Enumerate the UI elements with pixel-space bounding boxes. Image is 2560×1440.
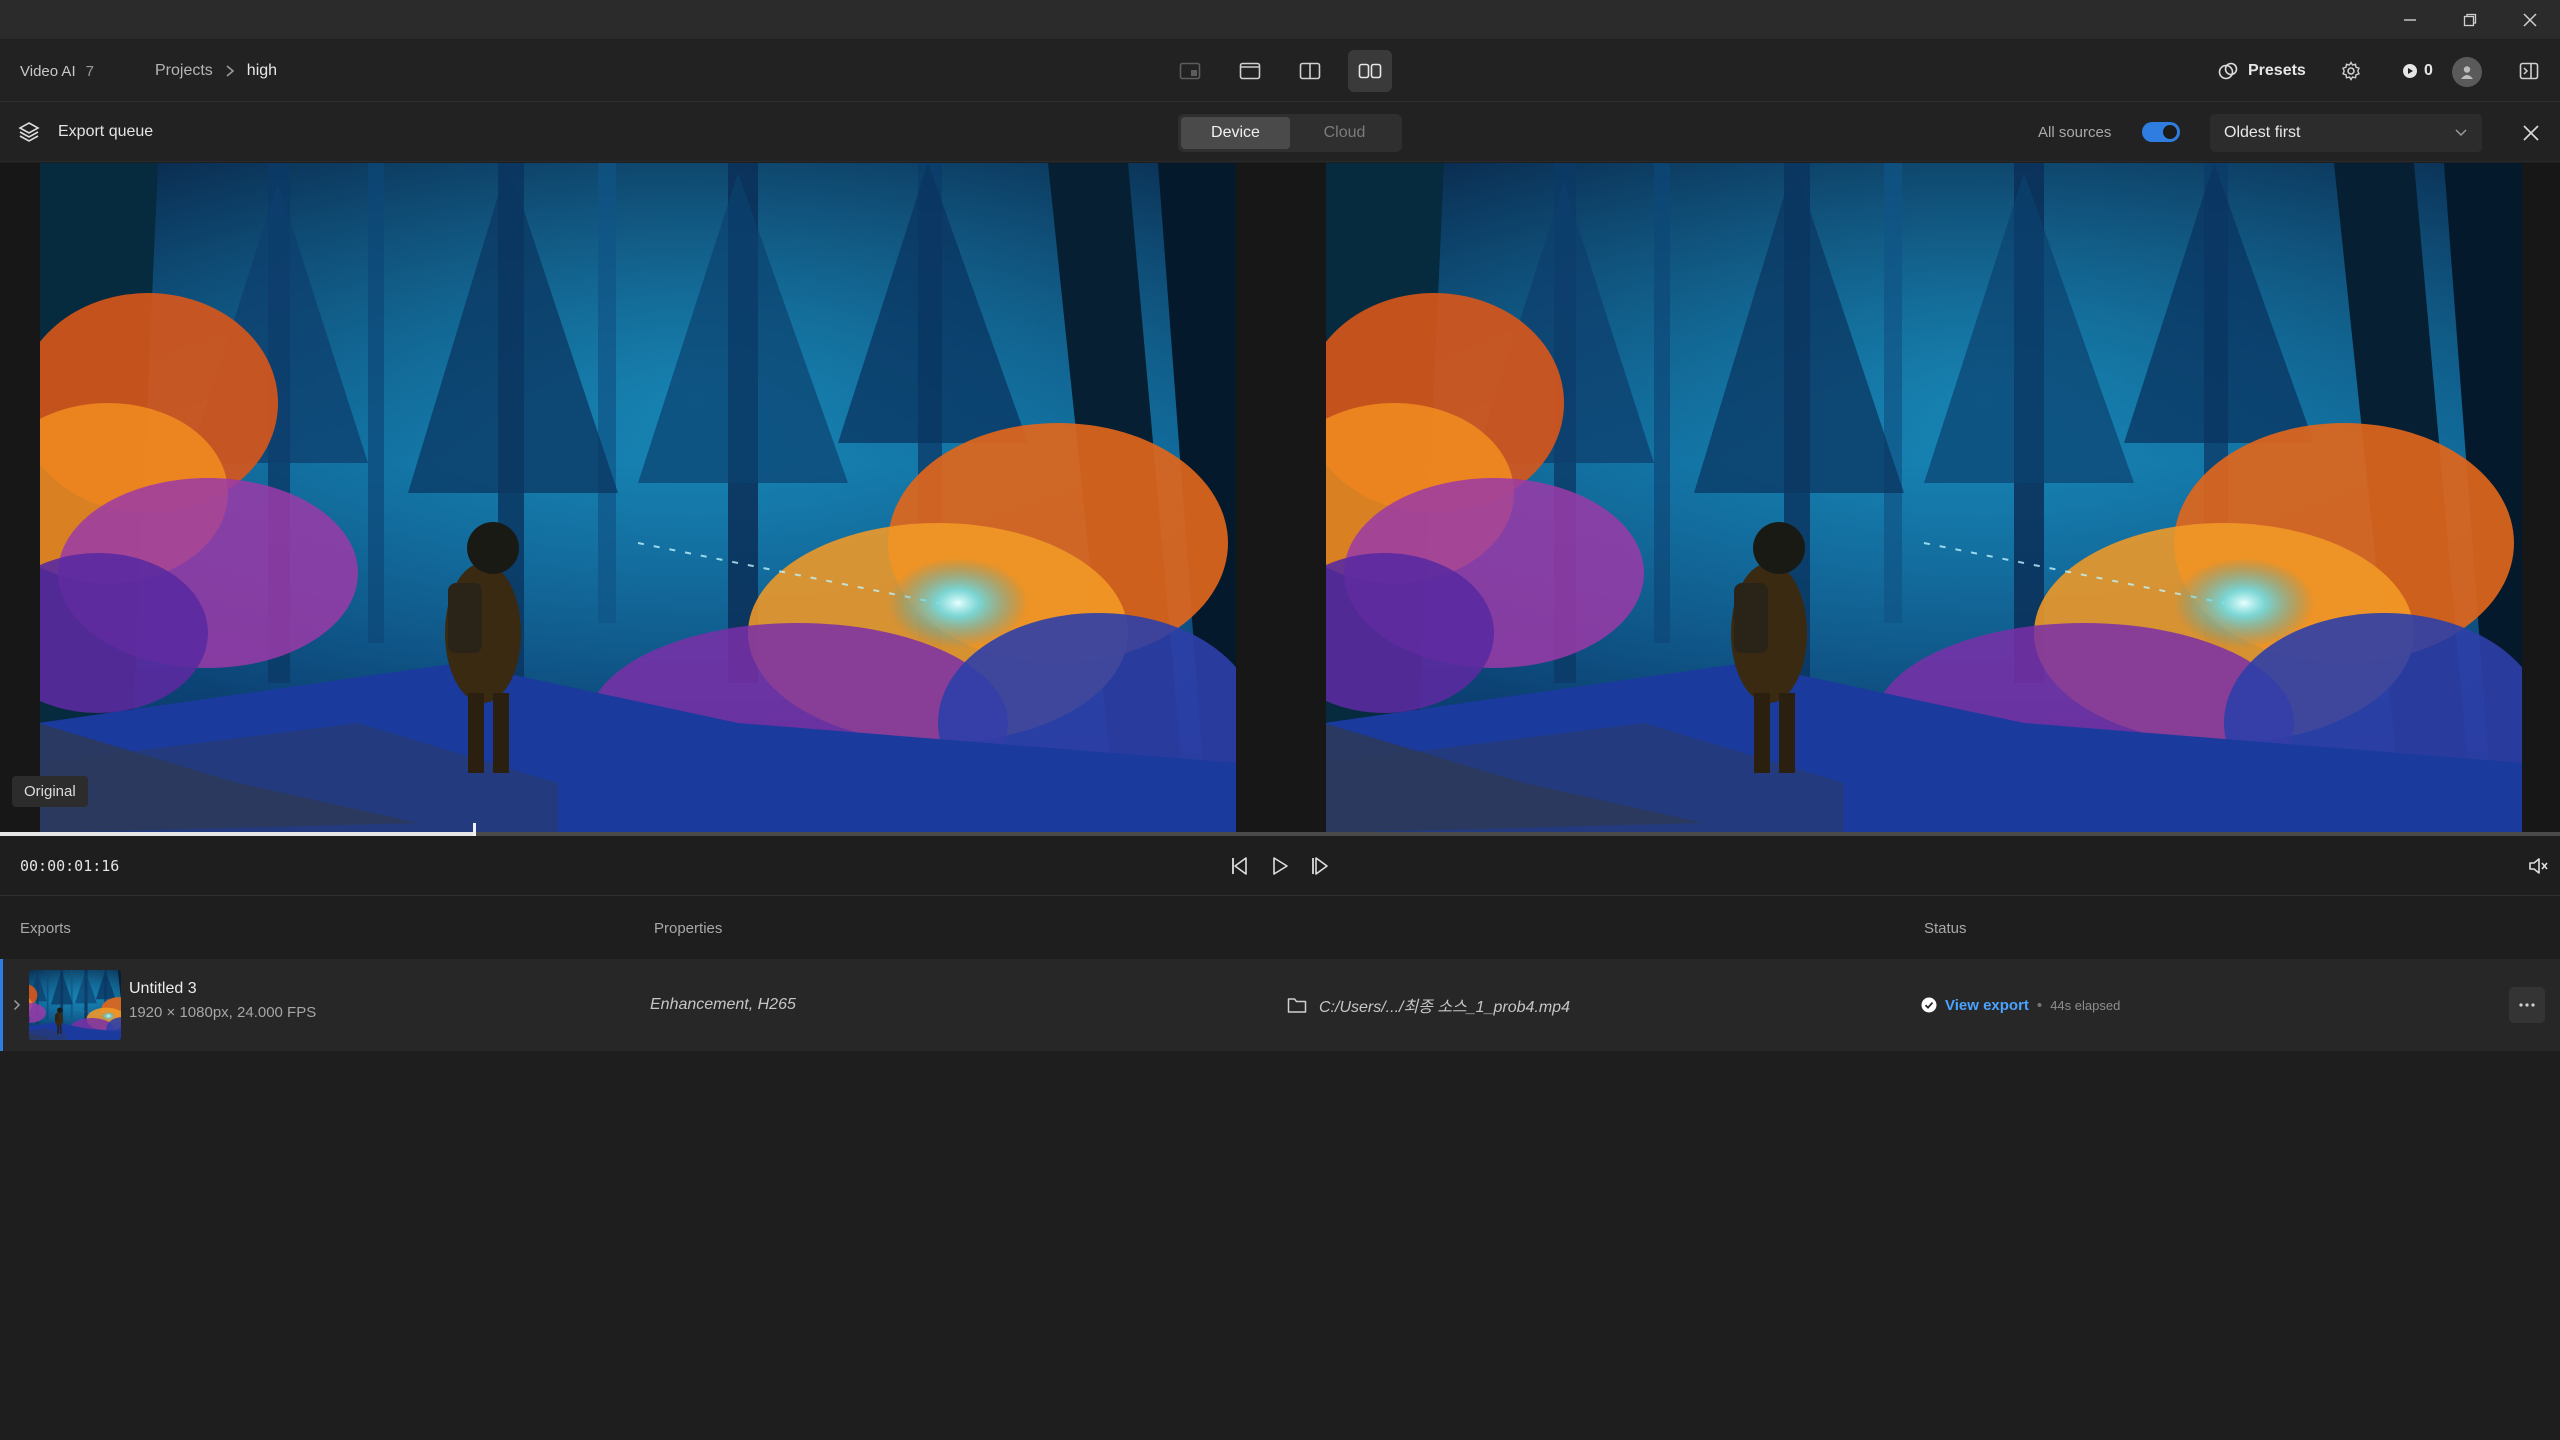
export-queue-label: Export queue <box>58 123 154 140</box>
column-exports: Exports <box>20 919 71 937</box>
export-queue-title: Export queue <box>18 102 153 162</box>
next-frame-button[interactable] <box>1302 848 1338 884</box>
row-more-button[interactable] <box>2509 987 2545 1023</box>
tab-cloud[interactable]: Cloud <box>1290 117 1399 149</box>
export-path-text: C:/Users/.../최종 소스_1_prob4.mp4 <box>1319 999 1570 1016</box>
credits-count: 0 <box>2424 62 2433 79</box>
chevron-right-icon <box>226 65 235 77</box>
timecode: 00:00:01:16 <box>20 857 120 875</box>
minimize-icon <box>2404 19 2416 21</box>
table-row[interactable]: Untitled 3 1920 × 1080px, 24.000 FPS Enh… <box>0 959 2560 1051</box>
all-sources-toggle[interactable] <box>2142 122 2180 142</box>
app-title: Video AI 7 <box>20 40 94 102</box>
view-export-link[interactable]: View export <box>1945 997 2029 1014</box>
split-view-button[interactable] <box>1288 50 1332 92</box>
split-view-icon <box>1299 62 1321 80</box>
sort-order-select[interactable]: Oldest first <box>2210 114 2482 152</box>
prev-frame-icon <box>1232 857 1247 875</box>
mute-icon <box>2529 858 2548 874</box>
thumbnail-image <box>29 970 121 1040</box>
side-by-side-view-icon <box>1358 63 1382 79</box>
close-icon <box>2523 13 2537 27</box>
breadcrumb: Projects high <box>155 40 277 102</box>
app-version: 7 <box>85 62 94 80</box>
close-export-queue-button[interactable] <box>2510 112 2552 154</box>
compare-view-button[interactable] <box>1228 50 1272 92</box>
playback-controls: 00:00:01:16 <box>0 836 2560 896</box>
export-path[interactable]: C:/Users/.../최종 소스_1_prob4.mp4 <box>1287 959 1570 1051</box>
gear-icon <box>2342 61 2360 81</box>
single-view-button[interactable] <box>1168 50 1212 92</box>
layers-icon <box>18 122 40 142</box>
exports-table-header: Exports Properties Status <box>0 897 2560 959</box>
user-avatar-button[interactable] <box>2452 57 2482 87</box>
sort-order-value: Oldest first <box>2224 124 2301 141</box>
previous-frame-button[interactable] <box>1222 848 1258 884</box>
play-button[interactable] <box>1262 848 1298 884</box>
original-preview-pane[interactable] <box>40 163 1236 833</box>
breadcrumb-projects-link[interactable]: Projects <box>155 62 213 80</box>
minimize-button[interactable] <box>2380 0 2440 40</box>
mute-button[interactable] <box>2520 848 2556 884</box>
compare-view-icon <box>1239 62 1261 80</box>
export-properties: Enhancement, H265 <box>650 996 796 1013</box>
tab-device[interactable]: Device <box>1181 117 1290 149</box>
export-thumbnail <box>29 970 121 1040</box>
credit-icon <box>2403 64 2417 78</box>
column-status: Status <box>1924 919 1967 937</box>
presets-button[interactable]: Presets <box>2208 50 2316 92</box>
more-icon <box>2519 1003 2535 1007</box>
panel-icon <box>2519 62 2539 80</box>
folder-icon <box>1287 998 1307 1013</box>
restore-icon <box>2463 13 2477 27</box>
toggle-panel-button[interactable] <box>2508 50 2550 92</box>
column-properties: Properties <box>654 919 723 937</box>
credits-display[interactable]: 0 <box>2402 50 2433 92</box>
presets-label: Presets <box>2248 62 2306 79</box>
export-title: Untitled 3 <box>129 980 197 997</box>
device-cloud-switch: Device Cloud <box>1178 114 1402 152</box>
chevron-right-icon <box>13 999 21 1011</box>
single-view-icon <box>1179 62 1201 80</box>
app-name: Video AI <box>20 62 76 80</box>
original-label: Original <box>12 776 88 807</box>
window-titlebar <box>0 0 2560 40</box>
row-expand-button[interactable] <box>9 959 25 1051</box>
export-details: 1920 × 1080px, 24.000 FPS <box>129 1004 317 1021</box>
video-preview <box>0 163 2560 833</box>
elapsed-time: 44s elapsed <box>2050 997 2121 1013</box>
chevron-down-icon <box>2455 129 2467 137</box>
app-header: Video AI 7 Projects high Presets 0 <box>0 40 2560 102</box>
export-status: View export • 44s elapsed <box>1921 959 2120 1051</box>
enhanced-preview-pane[interactable] <box>1326 163 2522 833</box>
all-sources-label: All sources <box>2038 123 2112 141</box>
check-circle-icon <box>1921 997 1937 1013</box>
play-icon <box>1273 857 1288 875</box>
user-icon <box>2461 66 2473 79</box>
restore-button[interactable] <box>2440 0 2500 40</box>
original-frame <box>40 163 1236 833</box>
window-close-button[interactable] <box>2500 0 2560 40</box>
status-separator: • <box>2036 996 2043 1014</box>
presets-icon <box>2218 62 2238 80</box>
breadcrumb-current: high <box>246 62 278 79</box>
next-frame-icon <box>1312 857 1328 875</box>
settings-button[interactable] <box>2330 50 2372 92</box>
side-by-side-view-button[interactable] <box>1348 50 1392 92</box>
close-icon <box>2523 125 2539 141</box>
exports-empty-area <box>0 1051 2560 1440</box>
enhanced-frame <box>1326 163 2522 833</box>
